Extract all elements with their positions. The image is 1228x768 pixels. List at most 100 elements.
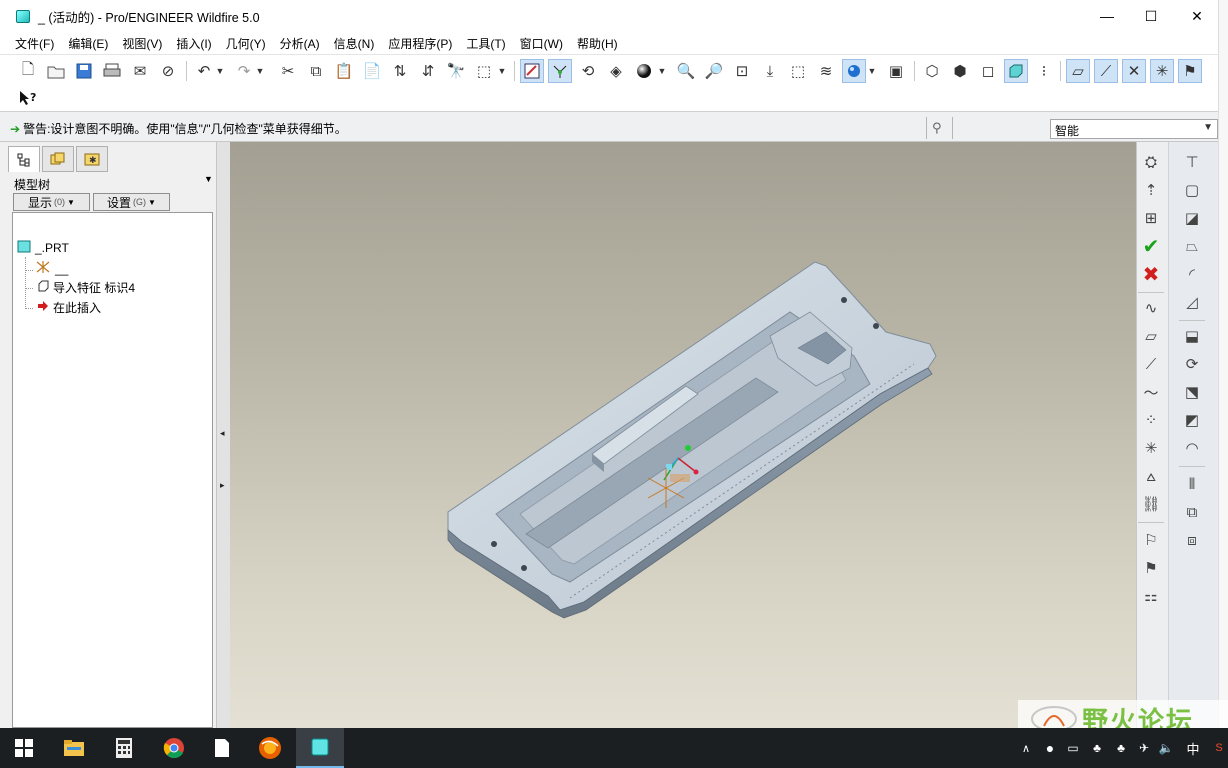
datum-curve-icon[interactable]: 〜: [1138, 380, 1164, 404]
selection-dropdown-icon[interactable]: ▼: [496, 59, 508, 83]
proe-taskbar-button[interactable]: [296, 728, 344, 768]
zoom-out-icon[interactable]: 🔎: [702, 59, 726, 83]
intersect-icon[interactable]: ⧈: [1179, 528, 1205, 552]
model-display-dropdown-icon[interactable]: ▼: [866, 59, 878, 83]
calculator-icon[interactable]: [100, 728, 148, 768]
annotation-icon[interactable]: ⚐: [1138, 528, 1164, 552]
merge-icon[interactable]: ⧉: [1179, 500, 1205, 524]
no-hidden-icon[interactable]: ◻: [976, 59, 1000, 83]
model-display-icon[interactable]: [842, 59, 866, 83]
revolve-icon[interactable]: ⟳: [1179, 352, 1205, 376]
wireframe-icon[interactable]: ⬡: [920, 59, 944, 83]
saved-view-list-icon[interactable]: ◈: [604, 59, 628, 83]
model-tree-toggle-icon[interactable]: ⁝: [1032, 59, 1056, 83]
saved-views-icon[interactable]: ⬚: [786, 59, 810, 83]
boundary-blend-icon[interactable]: ◠: [1179, 436, 1205, 460]
minimize-button[interactable]: —: [1084, 0, 1130, 32]
datum-axis-display-icon[interactable]: ⟋: [1094, 59, 1118, 83]
menu-window[interactable]: 窗口(W): [513, 35, 570, 52]
chrome-icon[interactable]: [150, 728, 198, 768]
datum-axis-icon[interactable]: ⟋: [1138, 352, 1164, 376]
redo-icon[interactable]: ↷: [232, 59, 256, 83]
menu-info[interactable]: 信息(N): [327, 35, 382, 52]
zoom-in-icon[interactable]: 🔍: [674, 59, 698, 83]
annotation-manage-icon[interactable]: ⚏: [1138, 584, 1164, 608]
menu-insert[interactable]: 插入(I): [169, 35, 218, 52]
annotation-display-icon[interactable]: ⚑: [1178, 59, 1202, 83]
repaint-icon[interactable]: [520, 59, 544, 83]
tree-node-csys[interactable]: __: [35, 260, 68, 277]
regenerate-icon[interactable]: ⇅: [388, 59, 412, 83]
file-explorer-icon[interactable]: [50, 728, 98, 768]
volume-icon[interactable]: 🔈: [1156, 728, 1176, 768]
undo-icon[interactable]: ↶: [192, 59, 216, 83]
cut-icon[interactable]: ✂: [276, 59, 300, 83]
show-button[interactable]: 显示 (0) ▼: [13, 193, 90, 211]
rib-icon[interactable]: ◪: [1179, 206, 1205, 230]
find-icon[interactable]: 🔭: [444, 59, 468, 83]
layers-icon[interactable]: ≋: [814, 59, 838, 83]
tray-app-icon[interactable]: ●: [1040, 728, 1060, 768]
settings-button[interactable]: 设置 (G) ▼: [93, 193, 170, 211]
selection-filter-select[interactable]: 智能 ▼: [1050, 119, 1218, 139]
appearance-gallery-icon[interactable]: [632, 59, 656, 83]
firefox-icon[interactable]: [246, 728, 294, 768]
datum-options-icon[interactable]: ⛭: [1138, 150, 1164, 174]
blend-icon[interactable]: ◩: [1179, 408, 1205, 432]
context-help-icon[interactable]: ?: [16, 86, 40, 110]
qq-secondary-icon[interactable]: ♣: [1110, 728, 1132, 768]
menu-tools[interactable]: 工具(T): [459, 35, 512, 52]
copy-icon[interactable]: ⧉: [304, 59, 328, 83]
menu-view[interactable]: 视图(V): [115, 35, 169, 52]
sogou-icon[interactable]: S: [1210, 728, 1228, 768]
panel-splitter[interactable]: ◂ ▸: [216, 142, 230, 728]
chamfer-icon[interactable]: ◿: [1179, 290, 1205, 314]
favorites-tab[interactable]: ✱: [76, 146, 108, 172]
analysis-feature-icon[interactable]: ⩟: [1138, 464, 1164, 488]
reorient-icon[interactable]: ⤓: [758, 59, 782, 83]
send-mail-icon[interactable]: ✉: [128, 59, 152, 83]
link-icon[interactable]: ⛓: [1138, 492, 1164, 516]
new-file-icon[interactable]: 🗋: [16, 59, 40, 83]
paste-icon[interactable]: 📋: [332, 59, 356, 83]
add-feature-icon[interactable]: ⊞: [1138, 206, 1164, 230]
menu-file[interactable]: 文件(F): [8, 35, 61, 52]
tree-node-import-feature[interactable]: 导入特征 标识4: [37, 279, 135, 296]
csys-display-icon[interactable]: ✳: [1150, 59, 1174, 83]
appearance-dropdown-icon[interactable]: ▼: [656, 59, 668, 83]
airplane-mode-icon[interactable]: ✈: [1134, 728, 1154, 768]
refit-icon[interactable]: ⊡: [730, 59, 754, 83]
datum-plane-display-icon[interactable]: ▱: [1066, 59, 1090, 83]
model-tree-insert-icon[interactable]: ⇡: [1138, 178, 1164, 202]
ime-indicator[interactable]: 中: [1178, 728, 1208, 768]
undo-dropdown-icon[interactable]: ▼: [214, 59, 226, 83]
model-tree-tab[interactable]: [8, 146, 40, 172]
view-manager-icon[interactable]: ▣: [884, 59, 908, 83]
annotation-view-icon[interactable]: ⚑: [1138, 556, 1164, 580]
redo-dropdown-icon[interactable]: ▼: [254, 59, 266, 83]
maximize-button[interactable]: ☐: [1128, 0, 1174, 32]
hidden-line-icon[interactable]: ⬢: [948, 59, 972, 83]
menu-applications[interactable]: 应用程序(P): [381, 35, 459, 52]
hole-icon[interactable]: ⊤: [1179, 150, 1205, 174]
tree-node-part[interactable]: _.PRT: [17, 240, 69, 256]
tray-network-app-icon[interactable]: ▭: [1062, 728, 1084, 768]
menu-analysis[interactable]: 分析(A): [273, 35, 327, 52]
spin-center-icon[interactable]: [548, 59, 572, 83]
sweep-icon[interactable]: ⬔: [1179, 380, 1205, 404]
folder-browser-tab[interactable]: [42, 146, 74, 172]
qq-icon[interactable]: ♣: [1086, 728, 1108, 768]
save-icon[interactable]: [72, 59, 96, 83]
datum-plane-icon[interactable]: ▱: [1138, 324, 1164, 348]
datum-point-icon[interactable]: ⁘: [1138, 408, 1164, 432]
paste-special-icon[interactable]: 📄: [360, 59, 384, 83]
sketch-tool-icon[interactable]: ∿: [1138, 296, 1164, 320]
collapse-left-icon[interactable]: ◂: [220, 428, 225, 439]
send-link-icon[interactable]: ⊘: [156, 59, 180, 83]
menu-help[interactable]: 帮助(H): [570, 35, 625, 52]
round-icon[interactable]: ◜: [1179, 262, 1205, 286]
accept-check-icon[interactable]: ✔: [1138, 234, 1164, 258]
graphics-viewport[interactable]: [230, 142, 1136, 728]
start-icon[interactable]: [0, 728, 48, 768]
open-file-icon[interactable]: [44, 59, 68, 83]
